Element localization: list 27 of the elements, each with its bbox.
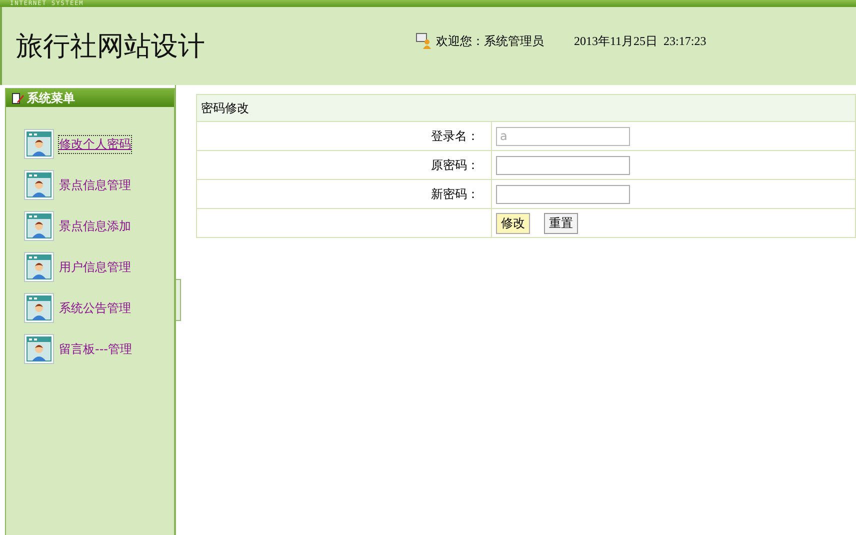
welcome-text: 欢迎您：系统管理员 bbox=[436, 32, 544, 50]
input-field[interactable] bbox=[496, 184, 630, 204]
menu-link[interactable]: 景点信息添加 bbox=[58, 216, 132, 236]
menu-link[interactable]: 留言板---管理 bbox=[58, 340, 133, 358]
menu-link[interactable]: 修改个人密码 bbox=[58, 134, 132, 154]
form-button[interactable]: 修改 bbox=[496, 212, 530, 234]
date-time: 2013年11月25日 23:17:23 bbox=[574, 32, 706, 50]
form-title: 密码修改 bbox=[196, 94, 856, 122]
user-card-icon bbox=[24, 170, 54, 200]
form-button[interactable]: 重置 bbox=[544, 212, 578, 234]
sidebar-title: 系统菜单 bbox=[27, 90, 75, 106]
field-label: 登录名： bbox=[196, 122, 492, 150]
user-card-icon bbox=[24, 211, 54, 241]
splitter-handle[interactable] bbox=[176, 279, 181, 321]
menu-link[interactable]: 系统公告管理 bbox=[58, 298, 132, 318]
user-icon bbox=[416, 33, 432, 49]
input-field[interactable] bbox=[496, 156, 630, 174]
user-card-icon bbox=[24, 129, 54, 159]
edit-icon bbox=[12, 92, 24, 104]
field-label: 原密码： bbox=[196, 150, 492, 180]
field-label: 新密码： bbox=[196, 180, 492, 208]
menu-link[interactable]: 景点信息管理 bbox=[58, 176, 132, 194]
menu-link[interactable]: 用户信息管理 bbox=[58, 258, 132, 276]
user-card-icon bbox=[24, 334, 54, 364]
user-card-icon bbox=[24, 252, 54, 282]
user-card-icon bbox=[24, 293, 54, 323]
site-title: 旅行社网站设计 bbox=[16, 30, 206, 64]
